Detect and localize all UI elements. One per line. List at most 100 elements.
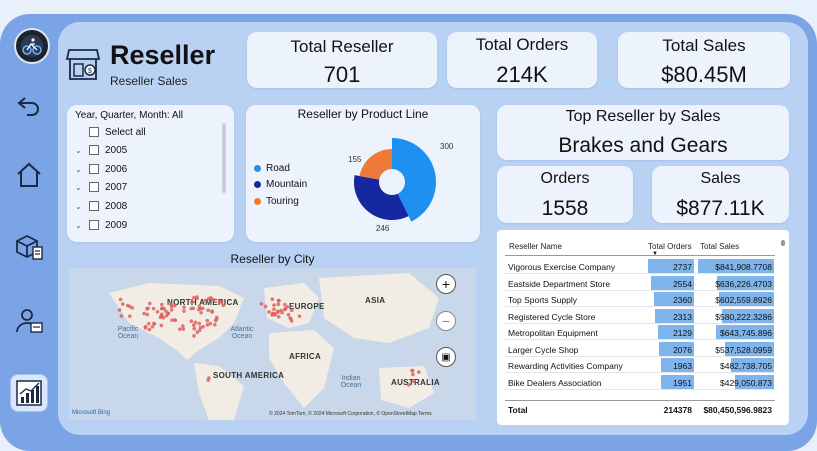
city-point[interactable] — [267, 310, 271, 314]
date-slicer[interactable]: Year, Quarter, Month: All Select all ⌄ 20… — [67, 105, 234, 242]
city-point[interactable] — [211, 297, 216, 302]
legend-item[interactable]: Mountain — [254, 179, 307, 190]
city-point[interactable] — [270, 313, 274, 317]
table-row[interactable]: Eastside Department Store 2554 $636,226.47… — [505, 275, 775, 291]
city-point[interactable] — [201, 324, 205, 329]
city-point[interactable] — [206, 308, 211, 313]
city-point[interactable] — [159, 323, 164, 328]
city-point[interactable] — [212, 323, 217, 327]
chevron-down-icon[interactable]: ⌄ — [75, 221, 89, 230]
map-select-icon[interactable]: ▣ — [436, 347, 456, 367]
city-point[interactable] — [217, 299, 222, 304]
city-point[interactable] — [190, 300, 194, 304]
table-row[interactable]: Top Sports Supply 2360 $602,559.8926 — [505, 291, 775, 307]
city-point[interactable] — [272, 307, 276, 312]
city-point[interactable] — [160, 302, 164, 307]
city-point[interactable] — [166, 311, 171, 316]
city-point[interactable] — [147, 301, 152, 306]
chevron-down-icon[interactable]: ⌄ — [75, 146, 89, 155]
slicer-item[interactable]: ⌄ 2007 — [75, 180, 127, 194]
checkbox-icon[interactable] — [89, 164, 99, 174]
city-point[interactable] — [182, 309, 186, 313]
slicer-scrollbar[interactable] — [222, 123, 226, 193]
city-point[interactable] — [151, 306, 156, 311]
city-point[interactable] — [221, 303, 226, 308]
back-icon[interactable] — [10, 86, 48, 124]
city-map[interactable]: NORTH AMERICA EUROPE ASIA AFRICA SOUTH A… — [69, 268, 476, 420]
city-point[interactable] — [273, 312, 277, 317]
city-point[interactable] — [285, 305, 290, 309]
zoom-out-icon[interactable]: − — [436, 311, 456, 331]
city-point[interactable] — [160, 312, 164, 317]
column-header-reseller-name[interactable]: Reseller Name — [509, 242, 562, 251]
checkbox-icon[interactable] — [89, 201, 99, 211]
city-point[interactable] — [119, 314, 124, 318]
city-point[interactable] — [169, 308, 174, 312]
city-point[interactable] — [411, 372, 415, 377]
city-point[interactable] — [189, 319, 194, 324]
city-point[interactable] — [208, 321, 213, 326]
city-point[interactable] — [203, 298, 208, 303]
table-row[interactable]: Rewarding Activities Company 1963 $482,738… — [505, 357, 775, 373]
slicer-item[interactable]: ⌄ 2008 — [75, 199, 127, 213]
checkbox-icon[interactable] — [89, 220, 99, 230]
city-point[interactable] — [417, 370, 421, 374]
city-point[interactable] — [410, 368, 415, 373]
city-point[interactable] — [198, 306, 203, 311]
zoom-in-icon[interactable]: + — [436, 274, 456, 294]
city-point[interactable] — [145, 312, 150, 317]
city-point[interactable] — [120, 302, 125, 306]
city-point[interactable] — [152, 321, 156, 326]
checkbox-icon[interactable] — [89, 182, 99, 192]
city-point[interactable] — [406, 383, 411, 387]
product-box-icon[interactable] — [10, 228, 48, 266]
city-point[interactable] — [143, 326, 148, 330]
city-point[interactable] — [199, 310, 203, 315]
customer-icon[interactable] — [10, 302, 48, 340]
legend-item[interactable]: Road — [254, 163, 290, 174]
city-point[interactable] — [172, 303, 177, 308]
reseller-chart-icon[interactable] — [10, 374, 48, 412]
checkbox-icon[interactable] — [89, 127, 99, 137]
city-point[interactable] — [259, 302, 264, 306]
city-point[interactable] — [276, 315, 281, 319]
home-icon[interactable] — [10, 156, 48, 194]
chevron-down-icon[interactable]: ⌄ — [75, 183, 89, 192]
city-point[interactable] — [206, 296, 211, 301]
table-row[interactable]: Registered Cycle Store 2313 $580,222.3286 — [505, 308, 775, 324]
city-point[interactable] — [117, 308, 122, 312]
city-point[interactable] — [127, 314, 132, 318]
city-point[interactable] — [276, 310, 280, 314]
table-row[interactable]: Vigorous Exercise Company 2737 $841,908.77… — [505, 258, 775, 274]
city-point[interactable] — [195, 330, 200, 335]
column-header-total-sales[interactable]: Total Sales — [700, 242, 739, 251]
city-point[interactable] — [146, 321, 151, 326]
city-point[interactable] — [282, 307, 287, 312]
city-point[interactable] — [182, 305, 186, 310]
city-point[interactable] — [147, 327, 152, 332]
city-point[interactable] — [272, 303, 276, 307]
city-point[interactable] — [177, 327, 182, 331]
city-point[interactable] — [181, 327, 186, 331]
city-point[interactable] — [192, 326, 197, 331]
city-point[interactable] — [263, 304, 268, 309]
city-point[interactable] — [169, 304, 174, 309]
slicer-item[interactable]: ⌄ 2009 — [75, 218, 127, 232]
donut-slice-touring[interactable] — [359, 149, 392, 180]
slicer-item[interactable]: ⌄ 2006 — [75, 162, 127, 176]
city-point[interactable] — [146, 306, 150, 311]
city-point[interactable] — [160, 306, 165, 311]
city-point[interactable] — [276, 302, 281, 307]
column-header-total-orders[interactable]: Total Orders — [648, 242, 692, 251]
city-point[interactable] — [286, 312, 291, 317]
city-point[interactable] — [277, 298, 281, 303]
city-point[interactable] — [197, 321, 202, 326]
city-point[interactable] — [192, 295, 196, 300]
legend-item[interactable]: Touring — [254, 196, 299, 207]
table-row[interactable]: Bike Dealers Association 1951 $429,050.873 — [505, 374, 775, 390]
city-point[interactable] — [195, 295, 199, 299]
checkbox-icon[interactable] — [89, 145, 99, 155]
city-point[interactable] — [289, 308, 294, 313]
city-point[interactable] — [215, 315, 219, 320]
city-point[interactable] — [180, 324, 185, 328]
